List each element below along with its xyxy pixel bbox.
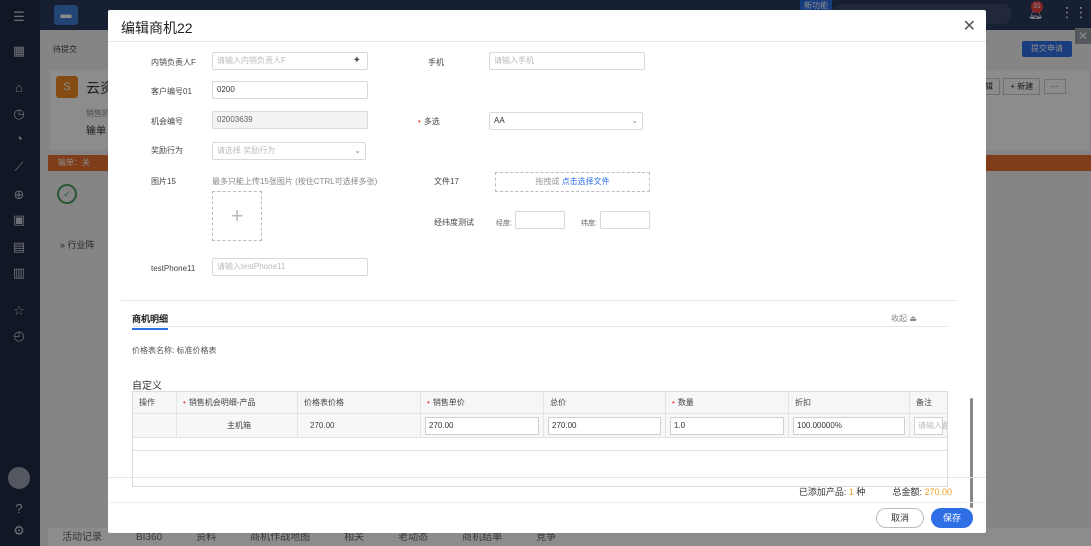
field-label-opportunity-no: 机会编号 [151, 117, 183, 126]
inner-sales-owner-lookup[interactable]: 请输入内销负责人F ✦ [212, 52, 368, 70]
field-label-testphone: testPhone11 [151, 264, 196, 273]
col-header-unit-price: • 销售单价 [421, 392, 544, 413]
mobile-input[interactable]: 请输入手机 [489, 52, 645, 70]
testphone-placeholder: 请输入testPhone11 [217, 262, 286, 271]
file-drop-text: 拖拽或 [535, 177, 560, 186]
custom-section-label: 自定义 [132, 381, 162, 392]
mobile-placeholder: 请输入手机 [494, 56, 534, 65]
opportunity-no-input: 02003639 [212, 111, 368, 129]
multi-select-value: AA [494, 116, 505, 125]
col-header-product: • 销售机会明细-产品 [177, 392, 298, 413]
unit-price-input[interactable]: 270.00 [425, 417, 539, 435]
quantity-input[interactable]: 1.0 [670, 417, 784, 435]
customer-no-input[interactable]: 0200 [212, 81, 368, 99]
chevron-down-icon: ⌄ [631, 116, 638, 125]
total-amount-label: 总金额: [892, 487, 922, 497]
col-header-list-price: 价格表价格 [298, 392, 421, 413]
added-products-count: 1 [848, 487, 854, 497]
field-label-mobile: 手机 [428, 58, 444, 67]
col-header-remark: 备注 [910, 392, 947, 413]
field-label-file: 文件17 [434, 177, 459, 186]
inner-sales-owner-placeholder: 请输入内销负责人F [217, 56, 286, 65]
col-header-text: 总价 [550, 398, 566, 407]
required-mark: • [418, 117, 421, 126]
cell-unit-price: 270.00 [421, 414, 544, 437]
image-upload-hint: 最多只能上传15张图片 (按住CTRL可选择多张) [212, 177, 378, 186]
collapse-label: 收起 [891, 314, 907, 323]
col-header-text: 销售机会明细-产品 [188, 398, 256, 407]
tab-opportunity-details[interactable]: 商机明细 [132, 312, 169, 330]
col-header-text: 价格表价格 [304, 398, 344, 407]
edit-opportunity-dialog: 编辑商机22 ✕ 内销负责人F 请输入内销负责人F ✦ 客户编号01 0200 … [108, 10, 986, 533]
longitude-input[interactable] [515, 211, 565, 229]
latitude-input[interactable] [600, 211, 650, 229]
discount-input[interactable]: 100.00000% [793, 417, 905, 435]
required-mark: • [427, 398, 430, 407]
cell-total: 270.00 [544, 414, 666, 437]
table-header-row: 操作 • 销售机会明细-产品 价格表价格 • 销售单价 总价 • 数量 折扣 备注 [133, 392, 947, 414]
field-label-customer-no: 客户编号01 [151, 87, 192, 96]
multi-select-label-text: 多选 [423, 117, 440, 126]
testphone-input[interactable]: 请输入testPhone11 [212, 258, 368, 276]
chevron-down-icon: ⌄ [354, 146, 361, 155]
remark-input[interactable]: 请输入备注 [914, 417, 947, 435]
dialog-header: 编辑商机22 ✕ [108, 10, 986, 42]
multi-select-dropdown[interactable]: AA ⌄ [489, 112, 643, 130]
total-input[interactable]: 270.00 [548, 417, 661, 435]
col-header-discount: 折扣 [789, 392, 910, 413]
cell-actions[interactable] [133, 414, 177, 437]
footer-divider [108, 502, 986, 503]
longitude-label: 经度: [496, 220, 512, 227]
reward-behavior-select[interactable]: 请选择 奖励行为 ⌄ [212, 142, 366, 160]
col-header-actions: 操作 [133, 392, 177, 413]
reward-behavior-placeholder: 请选择 奖励行为 [217, 146, 276, 155]
col-header-text: 折扣 [795, 398, 811, 407]
dialog-title: 编辑商机22 [121, 20, 193, 36]
col-header-text: 数量 [677, 398, 694, 407]
cell-list-price: 270.00 [298, 414, 421, 437]
collapse-toggle[interactable]: 收起 ⏏ [891, 313, 917, 324]
tab-underline [132, 326, 948, 327]
cell-product: 主机箱 [177, 414, 298, 437]
cell-discount: 100.00000% [789, 414, 910, 437]
section-divider [121, 300, 956, 301]
price-table-name: 价格表名称: 标准价格表 [132, 346, 217, 355]
col-header-text: 操作 [139, 398, 155, 407]
cell-remark: 请输入备注 [910, 414, 947, 437]
added-products-unit: 种 [856, 487, 866, 497]
col-header-total: 总价 [544, 392, 666, 413]
product-detail-table: 操作 • 销售机会明细-产品 价格表价格 • 销售单价 总价 • 数量 折扣 备注 主… [132, 391, 948, 487]
lookup-add-icon[interactable]: ✦ [353, 53, 361, 69]
added-products-label: 已添加产品: [798, 487, 847, 497]
col-header-text: 备注 [916, 398, 932, 407]
col-header-text: 销售单价 [432, 398, 465, 407]
total-amount-value: 270.00 [924, 487, 952, 497]
dialog-body: 内销负责人F 请输入内销负责人F ✦ 客户编号01 0200 机会编号 0200… [108, 42, 986, 508]
table-row: 主机箱 270.00 270.00 270.00 1.0 100.00000% … [133, 414, 947, 438]
col-header-quantity: • 数量 [666, 392, 789, 413]
latitude-label: 纬度: [581, 220, 597, 227]
image-upload-plus-icon[interactable]: + [212, 191, 262, 241]
save-button[interactable]: 保存 [931, 508, 973, 528]
choose-file-link[interactable]: 点击选择文件 [562, 177, 610, 186]
cancel-button[interactable]: 取消 [876, 508, 924, 528]
file-drop-zone[interactable]: 拖拽或 点击选择文件 [495, 172, 650, 192]
required-mark: • [183, 398, 186, 407]
eject-icon: ⏏ [909, 314, 917, 323]
required-mark: • [672, 398, 675, 407]
field-label-reward-behavior: 奖励行为 [151, 146, 183, 155]
close-icon[interactable]: ✕ [963, 16, 976, 36]
field-label-inner-sales-owner: 内销负责人F [151, 58, 196, 67]
cell-quantity: 1.0 [666, 414, 789, 437]
field-label-image: 图片15 [151, 177, 176, 186]
field-label-geo: 经纬度测试 [434, 218, 474, 227]
product-summary: 已添加产品: 1 种 总金额: 270.00 [799, 485, 952, 498]
field-label-multi-select: • 多选 [418, 116, 440, 127]
dialog-footer: 已添加产品: 1 种 总金额: 270.00 取消 保存 [108, 477, 986, 533]
